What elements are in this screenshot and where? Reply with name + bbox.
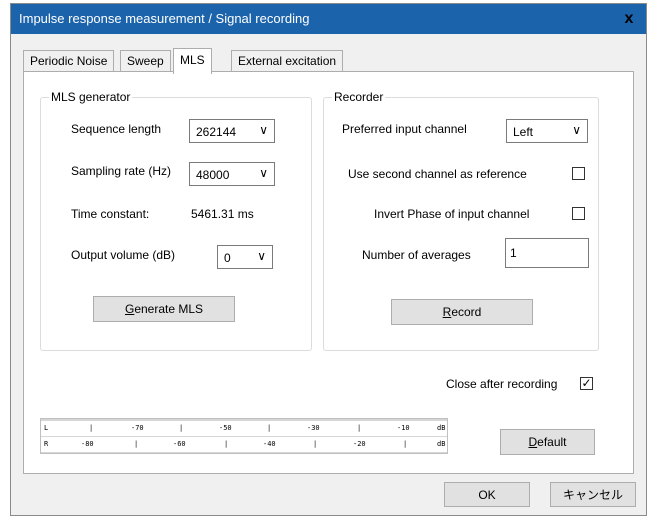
averages-label: Number of averages xyxy=(362,248,471,262)
meter-label: -10 xyxy=(397,424,410,432)
sampling-rate-value: 48000 xyxy=(196,168,230,182)
tab-sweep[interactable]: Sweep xyxy=(120,50,171,72)
sequence-length-select[interactable]: 262144 ∨ xyxy=(189,119,275,143)
meter-label: -70 xyxy=(131,424,144,432)
cancel-button[interactable]: キャンセル xyxy=(550,482,636,507)
time-constant-value: 5461.31 ms xyxy=(191,207,254,221)
sequence-length-label: Sequence length xyxy=(71,122,162,136)
averages-input-box[interactable] xyxy=(505,238,589,268)
invert-phase-label: Invert Phase of input channel xyxy=(374,207,530,221)
tab-external-excitation[interactable]: External excitation xyxy=(231,50,344,72)
preferred-input-label: Preferred input channel xyxy=(342,122,467,136)
tab-panel-mls: MLS generator Sequence length 262144 ∨ S… xyxy=(23,71,634,474)
invert-phase-checkbox[interactable] xyxy=(572,207,585,220)
meter-tick: | xyxy=(224,440,229,448)
tab-periodic-noise[interactable]: Periodic Noise xyxy=(23,50,115,72)
close-button[interactable]: x xyxy=(612,4,646,34)
second-channel-label: Use second channel as reference xyxy=(348,167,527,181)
generate-mnemonic: G xyxy=(124,302,135,316)
meter-tick: | xyxy=(403,440,408,448)
dialog-window: Impulse response measurement / Signal re… xyxy=(10,3,647,516)
meter-tick: | xyxy=(267,424,272,432)
chevron-down-icon: ∨ xyxy=(572,123,581,137)
meter-label: -60 xyxy=(173,440,186,448)
recorder-group: Recorder Preferred input channel Left ∨ … xyxy=(323,90,599,351)
meter-label: -40 xyxy=(263,440,276,448)
close-after-label: Close after recording xyxy=(446,377,558,391)
chevron-down-icon: ∨ xyxy=(259,166,268,180)
sequence-length-value: 262144 xyxy=(196,125,237,139)
output-volume-value: 0 xyxy=(224,251,231,265)
level-meter: L | -70 | -50 | -30 | -10 dB R -80 | -60… xyxy=(40,418,448,454)
meter-tick: | xyxy=(313,440,318,448)
mls-generator-group: MLS generator Sequence length 262144 ∨ S… xyxy=(40,90,312,351)
record-label: ecord xyxy=(451,305,482,319)
ok-button[interactable]: OK xyxy=(444,482,530,507)
title-bar: Impulse response measurement / Signal re… xyxy=(11,4,646,34)
chevron-down-icon: ∨ xyxy=(257,249,266,263)
sampling-rate-select[interactable]: 48000 ∨ xyxy=(189,162,275,186)
generate-label: enerate MLS xyxy=(134,302,204,316)
close-after-checkbox[interactable]: ✓ xyxy=(580,377,593,390)
tab-mls[interactable]: MLS xyxy=(173,48,212,74)
default-label: efault xyxy=(537,435,567,449)
meter-label: -80 xyxy=(81,440,94,448)
time-constant-label: Time constant: xyxy=(71,207,150,221)
default-button[interactable]: Default xyxy=(500,429,595,455)
preferred-input-select[interactable]: Left ∨ xyxy=(506,119,588,143)
meter-label: -30 xyxy=(307,424,320,432)
preferred-input-value: Left xyxy=(513,125,534,139)
second-channel-checkbox[interactable] xyxy=(572,167,585,180)
sampling-rate-label: Sampling rate (Hz) xyxy=(71,164,172,178)
window-title: Impulse response measurement / Signal re… xyxy=(19,11,310,26)
record-button[interactable]: Record xyxy=(391,299,533,325)
meter-label: L xyxy=(44,424,49,432)
meter-tick: | xyxy=(357,424,362,432)
output-volume-select[interactable]: 0 ∨ xyxy=(217,245,273,269)
meter-tick: | xyxy=(179,424,184,432)
meter-label: -50 xyxy=(219,424,232,432)
meter-label: dB xyxy=(437,440,446,448)
meter-label: dB xyxy=(437,424,446,432)
output-volume-label: Output volume (dB) xyxy=(71,248,176,262)
close-icon: x xyxy=(624,10,634,27)
recorder-legend: Recorder xyxy=(332,90,386,104)
meter-row-right: R -80 | -60 | -40 | -20 | dB xyxy=(41,437,447,452)
meter-label: R xyxy=(44,440,49,448)
chevron-down-icon: ∨ xyxy=(259,123,268,137)
meter-tick: | xyxy=(134,440,139,448)
generate-mls-button[interactable]: Generate MLS xyxy=(93,296,235,322)
checkmark-icon: ✓ xyxy=(581,376,592,390)
mls-generator-legend: MLS generator xyxy=(49,90,133,104)
averages-input[interactable] xyxy=(506,239,584,267)
meter-row-left: L | -70 | -50 | -30 | -10 dB xyxy=(41,421,447,436)
meter-label: -20 xyxy=(353,440,366,448)
meter-tick: | xyxy=(89,424,94,432)
default-mnemonic: D xyxy=(528,435,538,449)
record-mnemonic: R xyxy=(442,305,452,319)
